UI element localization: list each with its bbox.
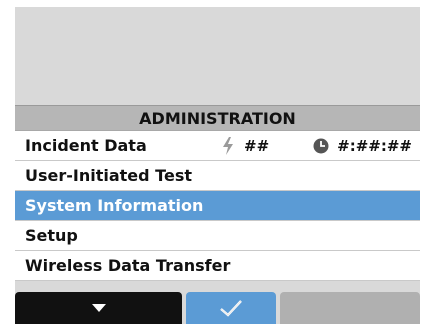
menu-title: ADMINISTRATION [15,105,420,131]
lightning-bolt-icon [223,136,234,155]
menu-item-label: Wireless Data Transfer [25,256,231,275]
incident-time: #:##:## [337,136,412,155]
menu-item-label: Incident Data [25,136,147,155]
incident-count: ## [244,136,270,155]
softkey-select-button[interactable] [186,292,276,324]
menu-item-label: Setup [25,226,78,245]
softkey-bar [15,292,420,324]
menu-item-label: User-Initiated Test [25,166,192,185]
incident-summary: ## #:##:## [222,131,420,160]
menu-item-user-initiated-test[interactable]: User-Initiated Test [15,161,420,191]
checkmark-icon [220,300,242,317]
menu-item-wireless-data-transfer[interactable]: Wireless Data Transfer [15,251,420,281]
softkey-empty-button[interactable] [280,292,420,324]
menu-item-setup[interactable]: Setup [15,221,420,251]
admin-menu: ADMINISTRATION Incident Data ## #:##:## … [15,105,420,286]
down-arrow-icon [91,304,106,312]
menu-item-incident-data[interactable]: Incident Data ## #:##:## [15,131,420,161]
menu-item-label: System Information [25,196,204,215]
softkey-down-button[interactable] [15,292,182,324]
clock-icon [313,138,329,153]
menu-item-system-information[interactable]: System Information [15,191,420,221]
